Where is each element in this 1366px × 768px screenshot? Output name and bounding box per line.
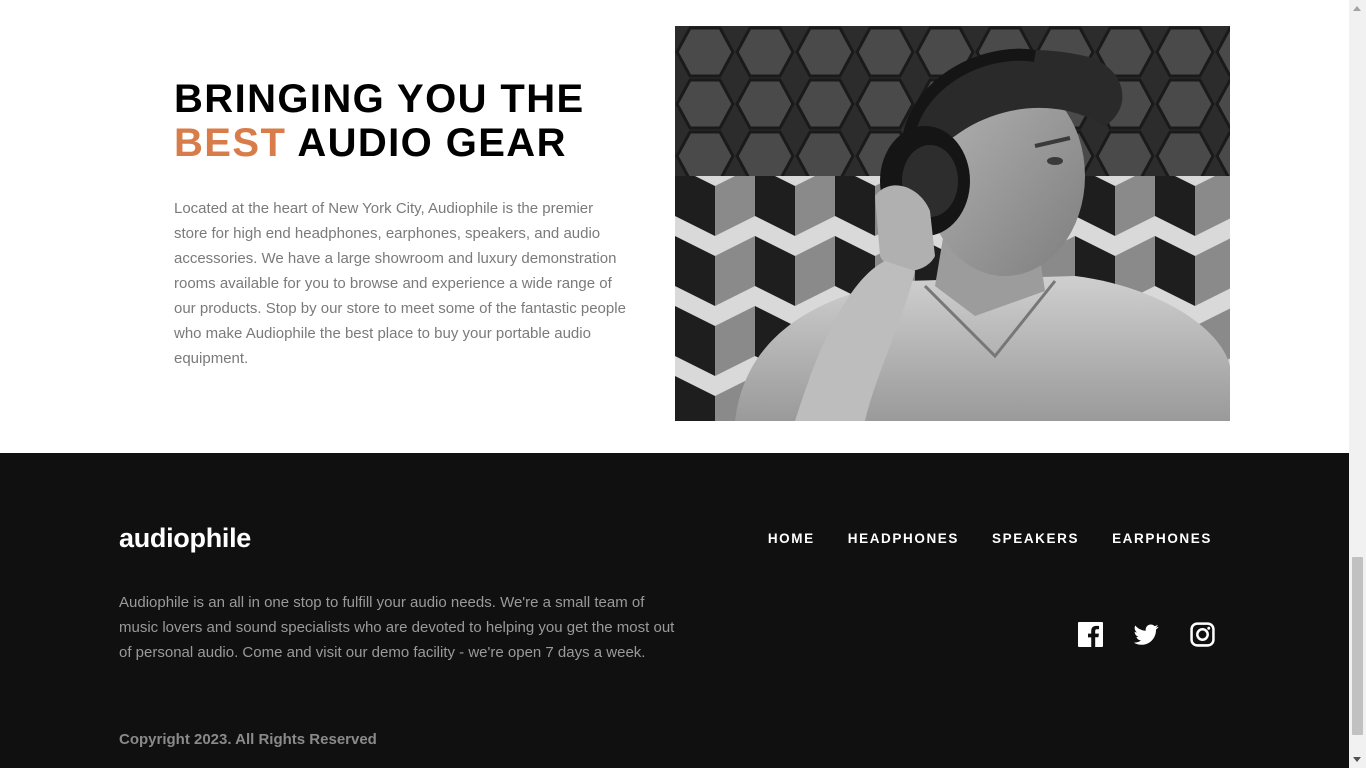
scroll-up-arrow-icon[interactable] xyxy=(1349,0,1366,17)
instagram-icon[interactable] xyxy=(1190,622,1215,647)
footer-nav-home[interactable]: Home xyxy=(768,531,815,546)
about-description: Located at the heart of New York City, A… xyxy=(174,200,626,367)
footer-nav-earphones[interactable]: Earphones xyxy=(1112,531,1212,546)
footer-description: Audiophile is an all in one stop to fulf… xyxy=(119,594,675,661)
heading-rest: audio gear xyxy=(297,121,567,165)
footer-nav-headphones[interactable]: Headphones xyxy=(848,531,959,546)
page: Bringing you the Best audio gear Located… xyxy=(0,0,1349,768)
facebook-icon[interactable] xyxy=(1078,622,1103,647)
vertical-scrollbar[interactable] xyxy=(1349,0,1366,768)
site-footer: audiophile Home Headphones Speakers Earp… xyxy=(0,453,1349,768)
footer-nav: Home Headphones Speakers Earphones xyxy=(768,531,1212,546)
about-heading: Bringing you the Best audio gear xyxy=(174,77,644,165)
heading-line1: Bringing you the xyxy=(174,77,585,121)
footer-nav-speakers[interactable]: Speakers xyxy=(992,531,1079,546)
heading-accent: Best xyxy=(174,121,287,165)
twitter-icon[interactable] xyxy=(1133,622,1159,647)
scroll-down-arrow-icon[interactable] xyxy=(1349,751,1366,768)
social-links xyxy=(1078,622,1215,647)
footer-logo[interactable]: audiophile xyxy=(119,523,251,554)
scrollbar-thumb[interactable] xyxy=(1352,557,1363,735)
man-with-headphones-image xyxy=(675,26,1230,421)
copyright-text: Copyright 2023. All Rights Reserved xyxy=(119,731,377,748)
about-section: Bringing you the Best audio gear Located… xyxy=(0,0,1349,453)
